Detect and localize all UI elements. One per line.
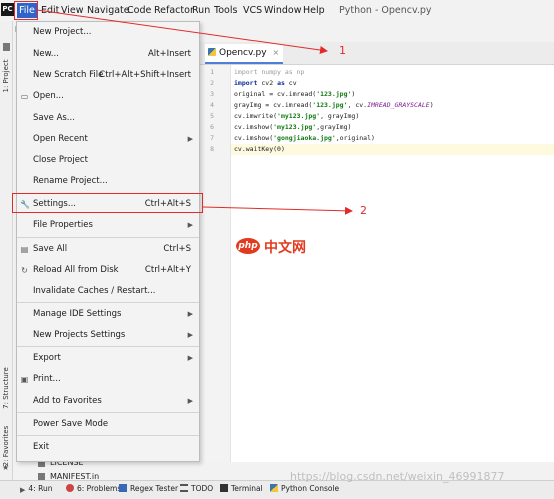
tool-button-regex-tester[interactable]: Regex Tester [119,482,178,496]
tool-button-python-console[interactable]: Python Console [270,482,339,496]
todo-icon [180,484,188,492]
arrow-to-label-2 [202,206,353,215]
regex-icon [119,484,127,492]
tool-button-problems[interactable]: 6: Problems [66,482,121,496]
tool-button-run[interactable]: ▶ 4: Run [20,482,52,496]
play-icon: ▶ [20,486,26,494]
watermark-url: https://blog.csdn.net/weixin_46991877 [290,470,505,483]
arrow-to-label-1 [36,9,328,54]
tool-button-todo[interactable]: TODO [180,482,213,496]
annotation-arrows [36,9,353,215]
annotation-label-1: 1 [339,44,346,57]
problems-icon [66,484,74,492]
python-console-icon [270,484,278,492]
tool-button-terminal[interactable]: Terminal [220,482,263,496]
annotation-label-2: 2 [360,204,367,217]
terminal-icon [220,484,228,492]
